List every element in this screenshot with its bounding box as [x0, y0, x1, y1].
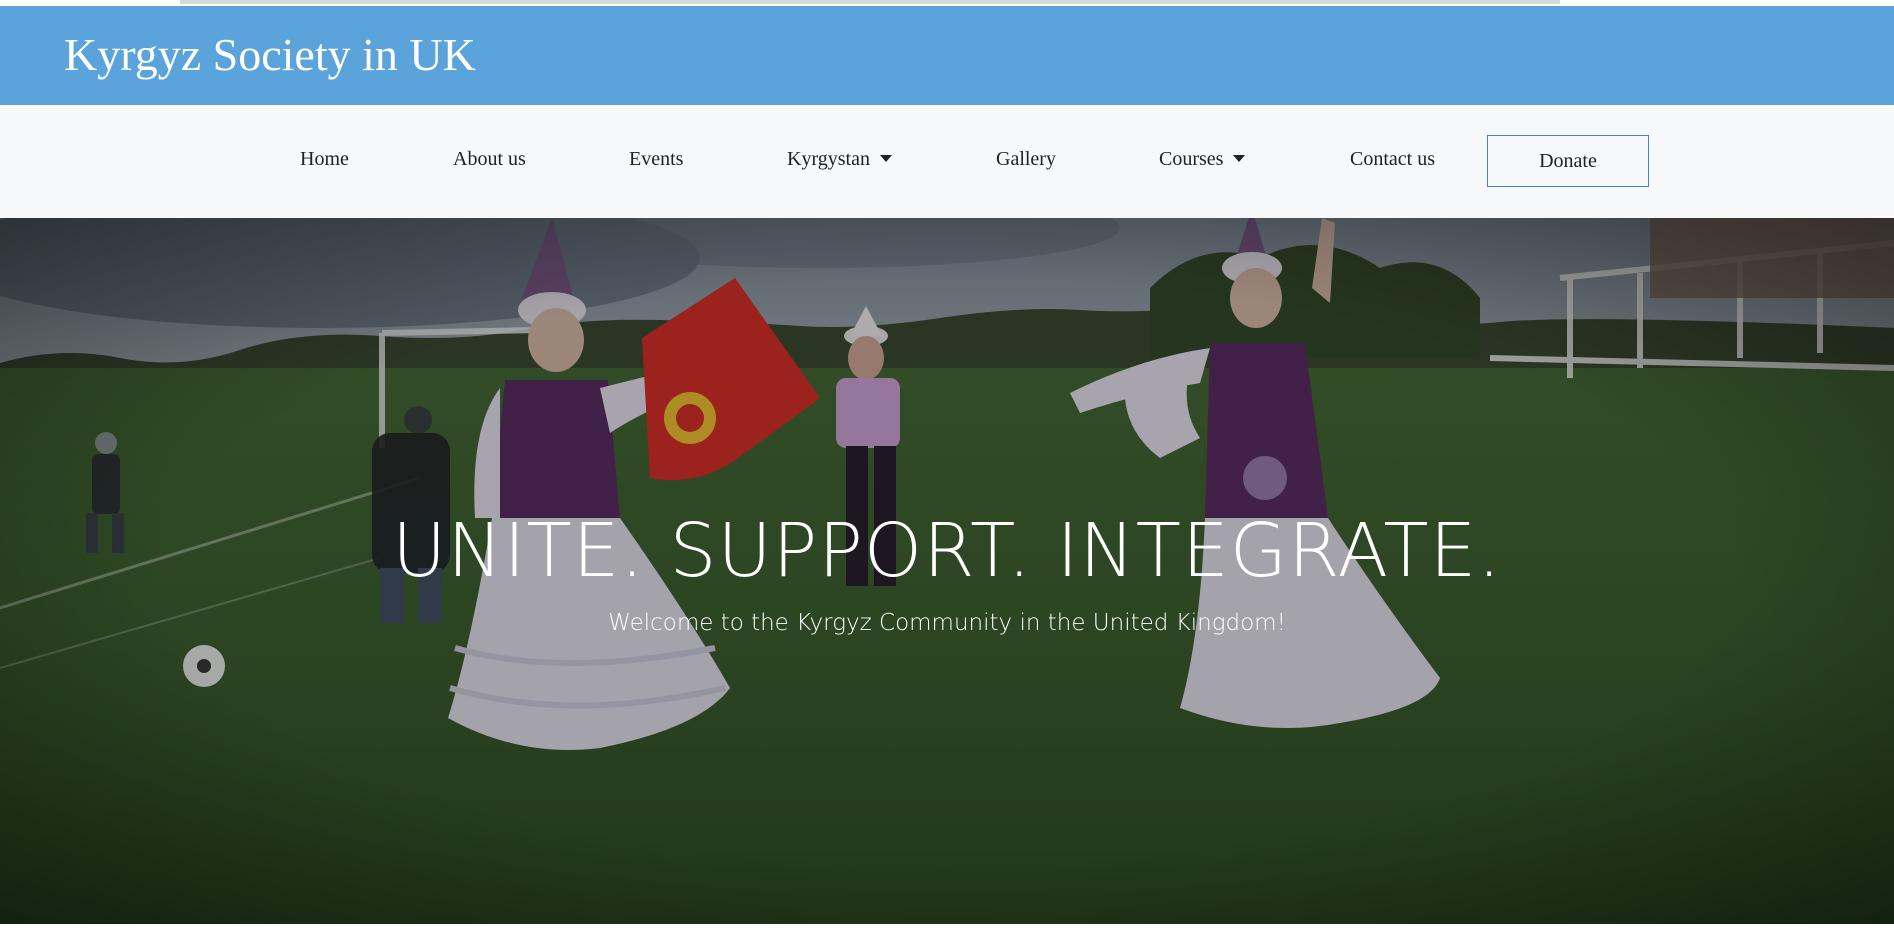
- nav-item-label: Courses: [1159, 148, 1224, 170]
- nav-item-kyrgystan[interactable]: Kyrgystan: [787, 147, 892, 171]
- nav-item-label: Home: [300, 148, 349, 170]
- caret-down-icon: [879, 155, 892, 162]
- donate-button[interactable]: Donate: [1487, 135, 1649, 187]
- nav-item-label: About us: [453, 148, 526, 170]
- page-bottom-edge: [0, 924, 1894, 928]
- hero-subtitle: Welcome to the Kyrgyz Community in the U…: [608, 610, 1286, 636]
- nav-item-events[interactable]: Events: [629, 147, 683, 171]
- nav-item-label: Gallery: [996, 148, 1056, 170]
- nav-item-home[interactable]: Home: [300, 147, 349, 171]
- page: Kyrgyz Society in UK Home About us Event…: [0, 0, 1894, 928]
- caret-down-icon: [1233, 155, 1246, 162]
- hero-section: UNITE. SUPPORT. INTEGRATE. Welcome to th…: [0, 218, 1894, 924]
- nav-item-gallery[interactable]: Gallery: [996, 147, 1056, 171]
- site-header: Kyrgyz Society in UK: [0, 6, 1894, 105]
- donate-button-label: Donate: [1539, 149, 1597, 172]
- main-navigation: Home About us Events Kyrgystan Gallery C…: [0, 105, 1894, 219]
- nav-item-label: Contact us: [1350, 148, 1435, 170]
- site-title[interactable]: Kyrgyz Society in UK: [64, 29, 476, 81]
- nav-item-about-us[interactable]: About us: [453, 147, 526, 171]
- nav-item-label: Kyrgystan: [787, 148, 870, 170]
- hero-headline: UNITE. SUPPORT. INTEGRATE.: [392, 508, 1502, 594]
- nav-item-label: Events: [629, 148, 684, 170]
- nav-item-courses[interactable]: Courses: [1159, 147, 1246, 171]
- browser-top-strip: [180, 0, 1560, 4]
- nav-item-contact-us[interactable]: Contact us: [1350, 147, 1435, 171]
